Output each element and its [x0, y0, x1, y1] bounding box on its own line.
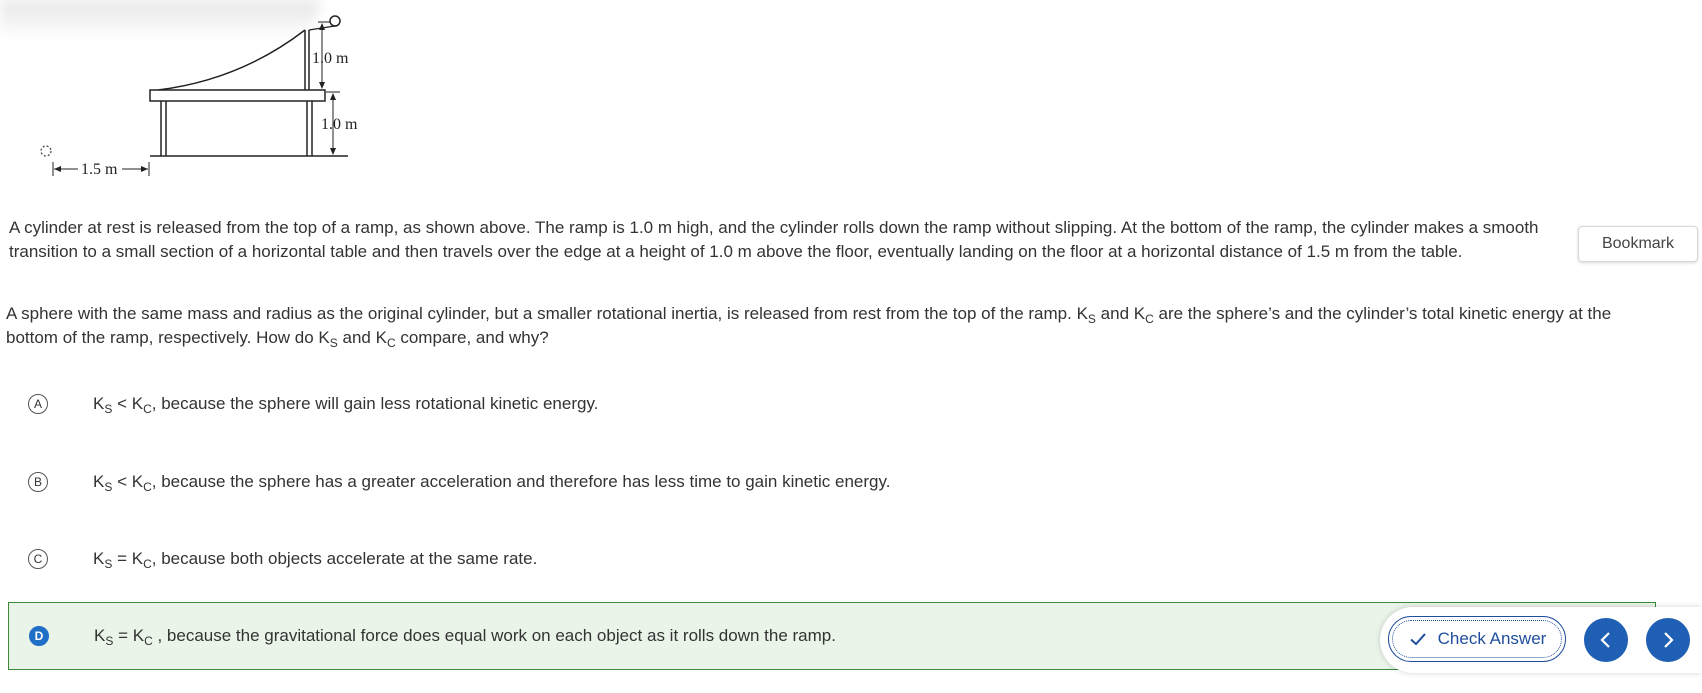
table-top [149, 89, 326, 102]
intro-paragraph: A cylinder at rest is released from the … [9, 218, 1539, 261]
choice-c[interactable]: C KS = KC, because both objects accelera… [8, 525, 1656, 593]
bookmark-button[interactable]: Bookmark [1578, 226, 1698, 262]
choice-letter: B [28, 472, 48, 492]
ramp-figure: 1.0 m 1.0 m 1.5 m [40, 15, 358, 178]
choice-letter: C [28, 549, 48, 569]
landing-spot [40, 145, 52, 157]
choice-b[interactable]: B KS < KC, because the sphere has a grea… [8, 448, 1656, 516]
check-answer-label: Check Answer [1437, 629, 1547, 648]
next-button[interactable] [1646, 618, 1690, 662]
choice-text: KS = KC , because the gravitational forc… [94, 626, 836, 648]
choice-text: KS < KC, because the sphere will gain le… [93, 394, 599, 416]
choice-letter-selected: D [29, 626, 49, 646]
checkmark-icon [1409, 633, 1426, 646]
choice-text: KS = KC, because both objects accelerate… [93, 549, 538, 571]
question-text: A sphere with the same mass and radius a… [6, 304, 1612, 350]
choice-a[interactable]: A KS < KC, because the sphere will gain … [8, 370, 1656, 438]
choice-text: KS < KC, because the sphere has a greate… [93, 472, 891, 494]
cylinder-top [329, 15, 341, 27]
table-height-label: 1.0 m [321, 116, 358, 133]
previous-button[interactable] [1584, 618, 1628, 662]
ramp-height-label: 1.0 m [312, 50, 349, 67]
choice-letter: A [28, 394, 48, 414]
ramp-curve [157, 29, 306, 91]
distance-label: 1.5 m [81, 161, 118, 178]
chevron-left-icon [1600, 632, 1610, 648]
chevron-right-icon [1664, 632, 1674, 648]
check-answer-button[interactable]: Check Answer [1388, 616, 1566, 662]
